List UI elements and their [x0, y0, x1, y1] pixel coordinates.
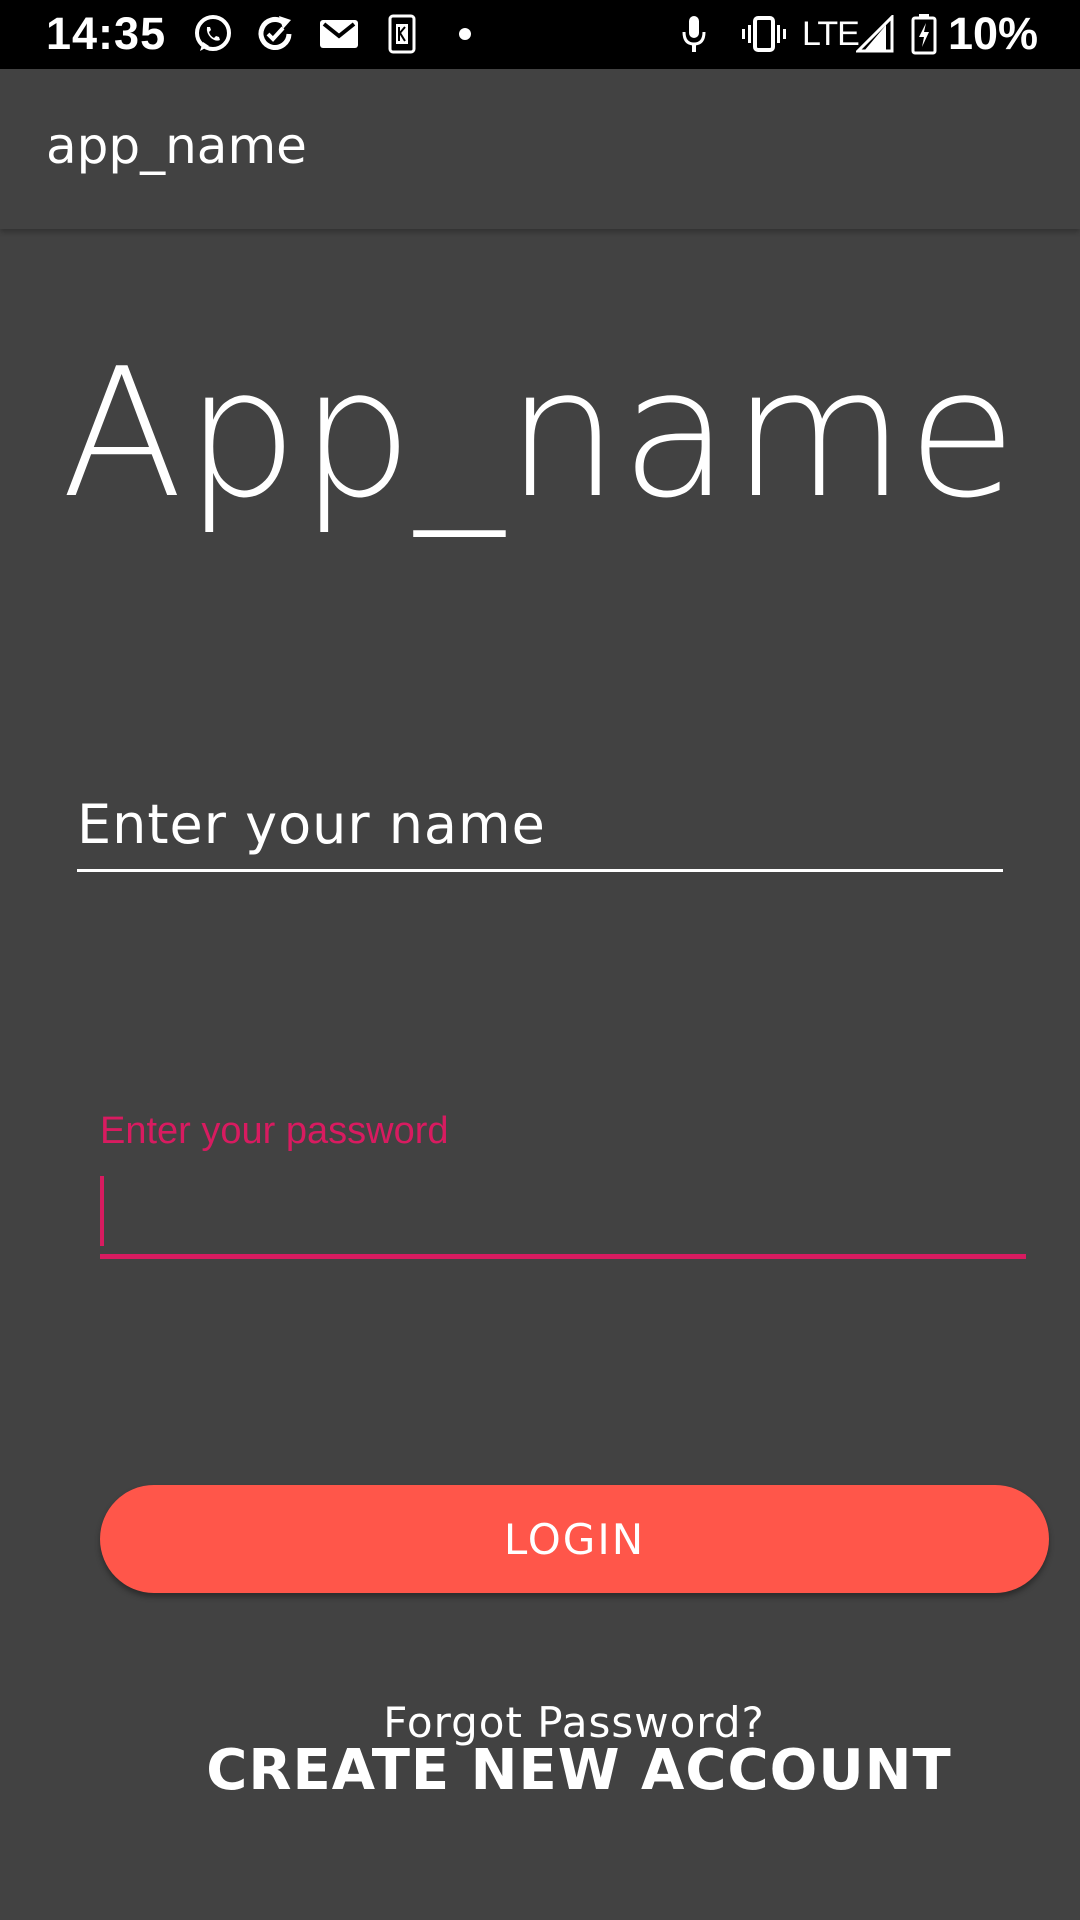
name-placeholder: Enter your name	[77, 793, 546, 856]
password-input[interactable]	[100, 1168, 1026, 1259]
text-cursor	[100, 1176, 104, 1246]
mic-icon	[680, 12, 708, 56]
password-field-label: Enter your password	[100, 1110, 449, 1152]
status-time: 14:35	[46, 8, 167, 59]
app-bar-title: app_name	[46, 117, 307, 175]
whatsapp-icon	[190, 12, 236, 56]
signal-icon	[856, 12, 894, 56]
network-type: LTE	[802, 15, 860, 53]
app-bar: app_name	[0, 69, 1080, 229]
status-bar: 14:35 LTE 10%	[0, 0, 1080, 69]
sim-app-icon	[386, 12, 418, 56]
create-account-link[interactable]: CREATE NEW ACCOUNT	[0, 1738, 1080, 1803]
sync-icon	[252, 12, 298, 56]
notification-dot-icon	[456, 12, 474, 56]
vibrate-icon	[742, 12, 786, 56]
gmail-icon	[318, 12, 360, 56]
battery-charging-icon	[910, 12, 938, 56]
battery-percentage: 10%	[948, 8, 1039, 59]
app-logo-title: App_name	[61, 330, 1019, 537]
name-input[interactable]: Enter your name	[77, 785, 1003, 872]
login-button[interactable]: LOGIN	[100, 1485, 1049, 1593]
